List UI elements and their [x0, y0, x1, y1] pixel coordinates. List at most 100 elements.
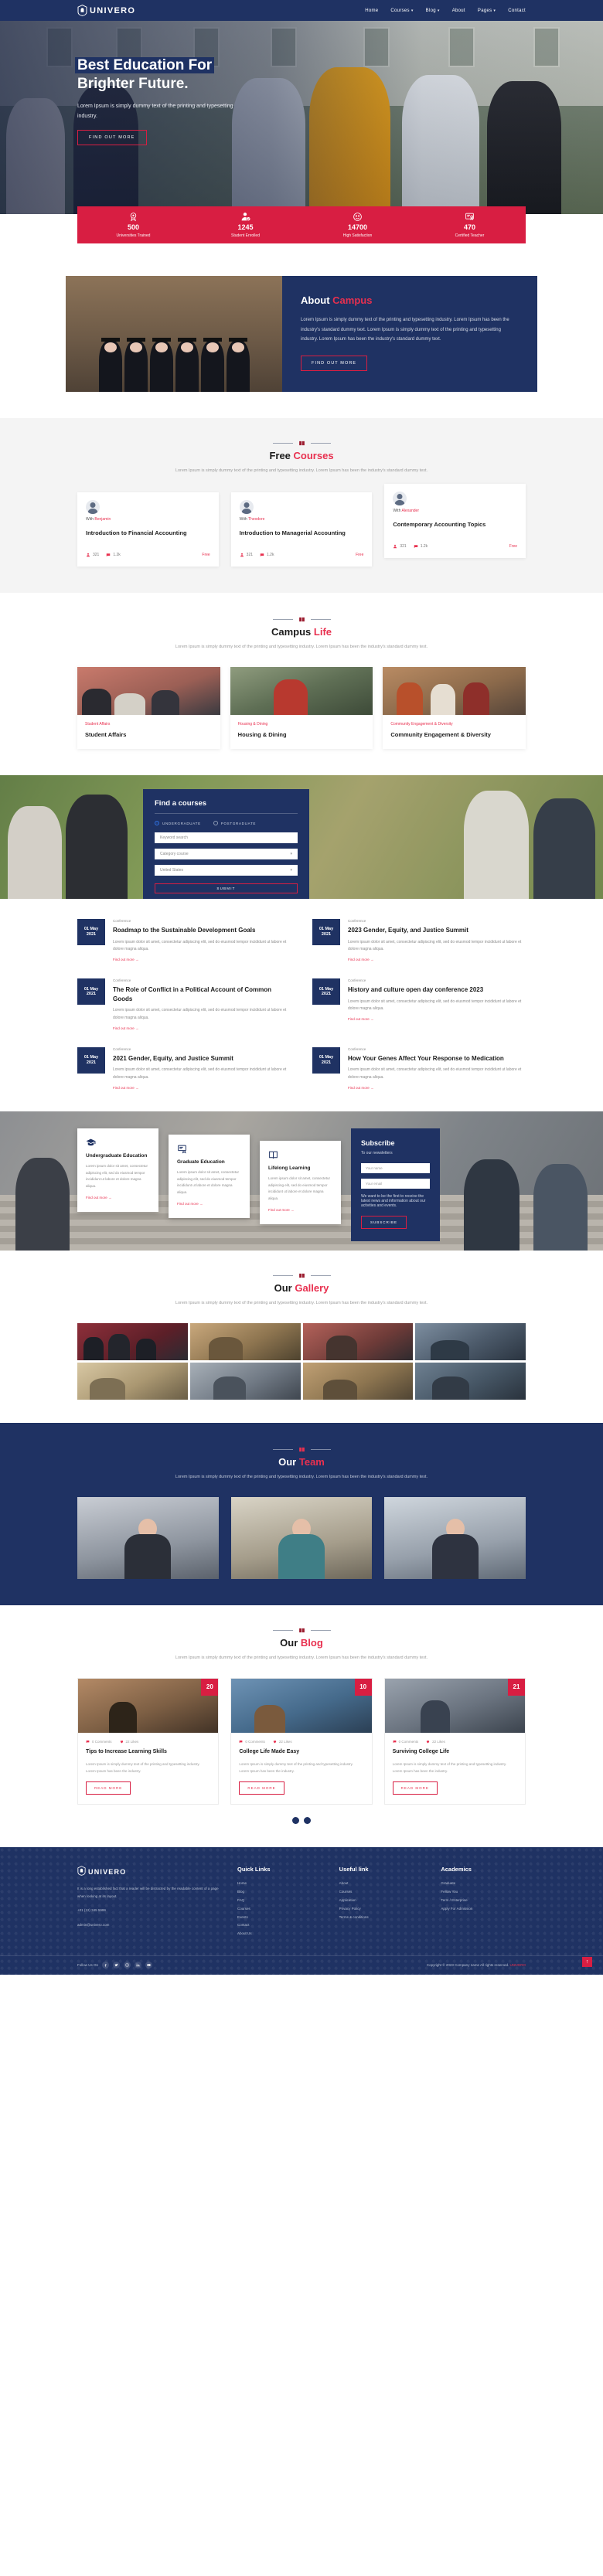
footer-link[interactable]: Courses: [237, 1905, 322, 1914]
gallery-image[interactable]: [77, 1322, 188, 1360]
country-select[interactable]: United States ▾: [155, 865, 298, 876]
instructor-avatar: [239, 500, 254, 514]
nav-item-about[interactable]: About: [452, 9, 465, 13]
blog-card[interactable]: 10 0 Comments 22 Likes College Life Made…: [230, 1677, 373, 1805]
instagram-icon[interactable]: [124, 1962, 131, 1969]
footer-link[interactable]: Apply For Admission: [441, 1905, 526, 1914]
footer-link[interactable]: Events: [237, 1914, 322, 1922]
team-member-photo[interactable]: [230, 1496, 373, 1579]
team-member-photo[interactable]: [384, 1496, 526, 1579]
gallery-heading: Our Gallery Lorem Ipsum is simply dummy …: [77, 1272, 526, 1308]
twitter-icon[interactable]: [113, 1962, 121, 1969]
gallery-image[interactable]: [415, 1362, 526, 1400]
section-title-accent: Gallery: [295, 1281, 329, 1294]
event-item[interactable]: 01 May 2021 Conference 2023 Gender, Equity…: [312, 919, 526, 961]
admission-card[interactable]: Lifelong Learning Lorem ipsum dolor sit …: [260, 1140, 341, 1224]
event-more-link[interactable]: Find out more →: [113, 958, 291, 961]
event-more-link[interactable]: Find out more →: [348, 1086, 526, 1090]
event-more-link[interactable]: Find out more →: [348, 958, 526, 961]
footer-link[interactable]: About: [339, 1880, 424, 1888]
course-finder-section: Find a courses UNDERGRADUATE POSTGRADUAT…: [0, 775, 603, 899]
gallery-image[interactable]: [189, 1362, 301, 1400]
radio-postgraduate[interactable]: POSTGRADUATE: [213, 821, 256, 825]
carousel-dot-2[interactable]: [304, 1817, 311, 1825]
campus-card[interactable]: Student Affairs Student Affairs: [77, 667, 220, 749]
course-card[interactable]: With Benjamin Introduction to Financial …: [77, 492, 219, 567]
blog-excerpt: Lorem Ipsum is simply dummy text of the …: [392, 1762, 507, 1774]
course-card[interactable]: With Theodore Introduction to Managerial…: [230, 492, 373, 567]
blog-excerpt: Lorem Ipsum is simply dummy text of the …: [239, 1762, 353, 1774]
blog-read-more-button[interactable]: READ MORE: [239, 1781, 284, 1795]
footer-phone[interactable]: +01 (12) 345 5999: [77, 1907, 220, 1914]
category-course-select[interactable]: Category course ▾: [155, 849, 298, 859]
blog-card[interactable]: 21 0 Comments 22 Likes Surviving College…: [383, 1677, 526, 1805]
nav-item-home[interactable]: Home: [365, 9, 378, 13]
keyword-search-input[interactable]: Keyword search: [155, 832, 298, 843]
footer-link[interactable]: FAQ: [237, 1897, 322, 1905]
gallery-image[interactable]: [302, 1362, 414, 1400]
footer-link[interactable]: About Us: [237, 1930, 322, 1938]
blog-meta: 0 Comments 22 Likes: [393, 1740, 517, 1744]
section-subtitle: Lorem Ipsum is simply dummy text of the …: [175, 468, 428, 473]
footer-email[interactable]: admin@univero.com: [77, 1921, 220, 1929]
event-description: Lorem ipsum dolor sit amet, consectetur …: [348, 939, 522, 952]
nav-item-courses[interactable]: Courses ▾: [390, 9, 413, 13]
newsletter-name-input[interactable]: Your name: [361, 1162, 430, 1173]
footer-link[interactable]: Term / Enterprise: [441, 1897, 526, 1905]
back-to-top-button[interactable]: ↑: [582, 1956, 592, 1967]
newsletter-email-input[interactable]: Your email: [361, 1178, 430, 1189]
campus-card[interactable]: Community Engagement & Diversity Communi…: [383, 667, 526, 749]
event-more-link[interactable]: Find out more →: [113, 1026, 291, 1030]
footer-brand[interactable]: UNIVERO: [77, 1866, 220, 1878]
footer-link[interactable]: Blog: [237, 1888, 322, 1897]
radio-undergraduate[interactable]: UNDERGRADUATE: [155, 821, 201, 825]
facebook-icon[interactable]: [102, 1962, 110, 1969]
admission-card-link[interactable]: Find out more →: [86, 1196, 150, 1200]
footer-link[interactable]: Graduate: [441, 1880, 526, 1888]
newsletter-subscribe-button[interactable]: SUBSCRIBE: [361, 1215, 407, 1229]
admission-card-link[interactable]: Find out more →: [268, 1208, 332, 1212]
gallery-image[interactable]: [77, 1362, 188, 1400]
footer-link[interactable]: Courses: [339, 1888, 424, 1897]
blog-read-more-button[interactable]: READ MORE: [86, 1781, 131, 1795]
nav-item-blog[interactable]: Blog ▾: [426, 9, 440, 13]
admission-card-link[interactable]: Find out more →: [177, 1202, 241, 1206]
admission-card[interactable]: Graduate Education Lorem ipsum dolor sit…: [169, 1134, 250, 1218]
blog-card[interactable]: 20 0 Comments 22 Likes Tips to Increase …: [77, 1677, 220, 1805]
gallery-image[interactable]: [189, 1322, 301, 1360]
footer-link[interactable]: Application: [339, 1897, 424, 1905]
about-find-out-more-button[interactable]: FIND OUT MORE: [301, 355, 368, 371]
course-card[interactable]: With Alexander Contemporary Accounting T…: [384, 484, 526, 558]
carousel-dot-1[interactable]: [292, 1817, 299, 1825]
footer-link[interactable]: Fellow You: [441, 1888, 526, 1897]
footer-link[interactable]: Home: [237, 1880, 322, 1888]
admission-card[interactable]: Undergraduate Education Lorem ipsum dolo…: [77, 1128, 158, 1212]
campus-card[interactable]: Housing & Dining Housing & Dining: [230, 667, 373, 749]
finder-submit-button[interactable]: SUBMIT: [155, 883, 298, 893]
hero-find-out-more-button[interactable]: FIND OUT MORE: [77, 130, 147, 146]
event-year: 2021: [86, 1060, 97, 1065]
team-member-photo[interactable]: [77, 1496, 219, 1579]
brand-logo-link[interactable]: UNIVERO: [77, 5, 135, 16]
event-item[interactable]: 01 May 2021 Conference 2021 Gender, Equity…: [77, 1046, 291, 1090]
event-item[interactable]: 01 May 2021 Conference How Your Genes Affe…: [312, 1046, 526, 1090]
section-title: Our Team: [77, 1456, 526, 1468]
event-more-link[interactable]: Find out more →: [348, 1017, 526, 1021]
linkedin-icon[interactable]: [135, 1962, 142, 1969]
footer-link[interactable]: Terms & conditions: [339, 1914, 424, 1922]
blog-read-more-button[interactable]: READ MORE: [392, 1781, 438, 1795]
blog-comments: 0 Comments: [239, 1740, 265, 1744]
event-category: Conference: [113, 919, 131, 923]
event-date: 01 May 2021: [77, 919, 105, 945]
footer-link[interactable]: Contact: [237, 1921, 322, 1930]
youtube-icon[interactable]: [145, 1962, 153, 1969]
gallery-image[interactable]: [302, 1322, 414, 1360]
event-more-link[interactable]: Find out more →: [113, 1086, 291, 1090]
event-item[interactable]: 01 May 2021 Conference The Role of Conflic…: [77, 978, 291, 1030]
event-item[interactable]: 01 May 2021 Conference Roadmap to the Sust…: [77, 919, 291, 961]
footer-link[interactable]: Privacy Policy: [339, 1905, 424, 1914]
gallery-image[interactable]: [415, 1322, 526, 1360]
nav-item-contact[interactable]: Contact: [508, 9, 526, 13]
event-item[interactable]: 01 May 2021 Conference History and culture…: [312, 978, 526, 1030]
nav-item-pages[interactable]: Pages ▾: [478, 9, 496, 13]
